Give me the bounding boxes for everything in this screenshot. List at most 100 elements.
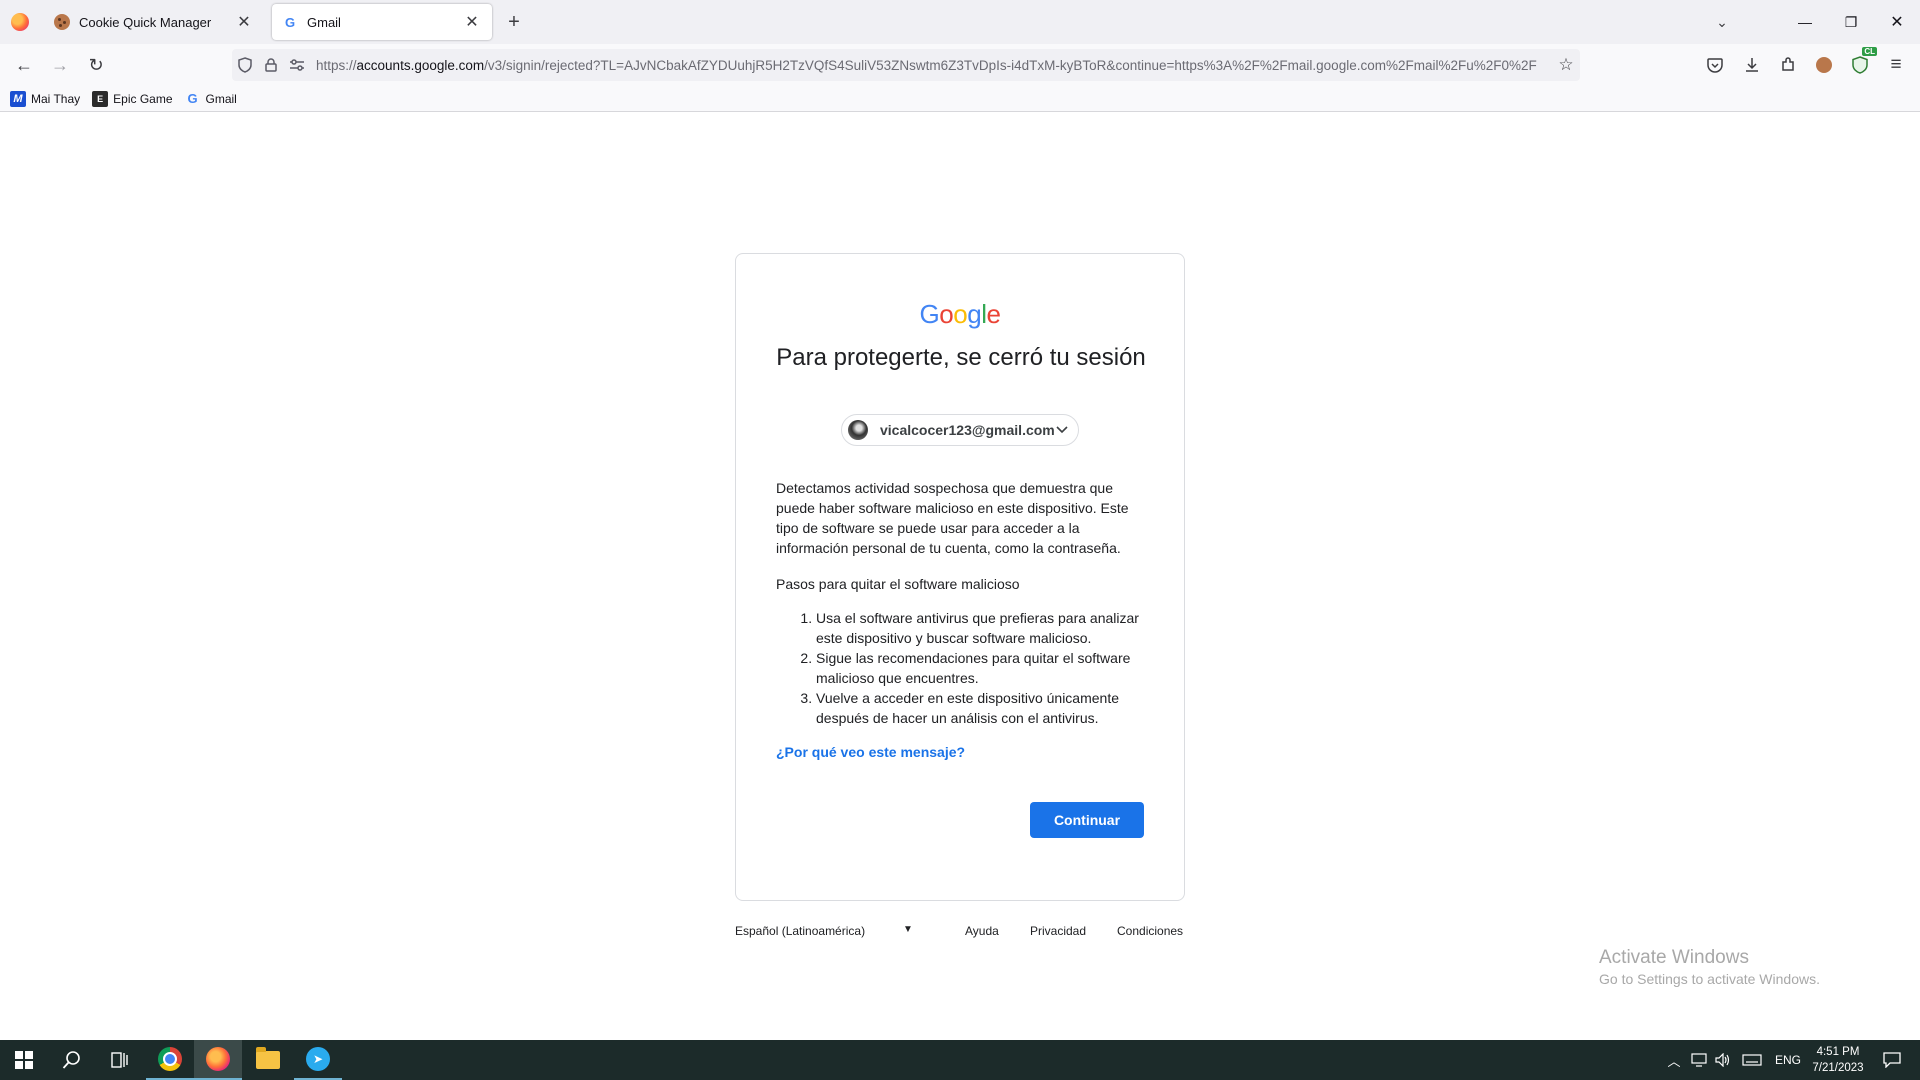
why-see-message-link[interactable]: ¿Por qué veo este mensaje? <box>776 744 965 760</box>
watermark-title: Activate Windows <box>1599 947 1749 968</box>
tab-label: Cookie Quick Manager <box>79 14 212 30</box>
reload-button[interactable]: ↻ <box>82 51 110 79</box>
telegram-icon: ➤ <box>306 1047 330 1071</box>
firefox-icon <box>11 13 29 31</box>
taskbar-telegram[interactable]: ➤ <box>294 1040 342 1080</box>
list-all-tabs-button[interactable]: ⌄ <box>1710 10 1734 34</box>
logo-letter: G <box>919 299 940 329</box>
tab-cookie-quick-manager[interactable]: Cookie Quick Manager ✕ <box>44 4 264 40</box>
cookie-icon <box>1816 57 1832 73</box>
network-icon[interactable] <box>1688 1040 1710 1080</box>
logo-letter: o <box>939 299 954 329</box>
chevron-down-icon <box>1056 423 1068 437</box>
folder-icon <box>256 1047 280 1069</box>
input-language[interactable]: ENG <box>1770 1040 1806 1080</box>
url-path: /v3/signin/rejected?TL=AJvNCbakAfZYDUuhj… <box>484 57 1537 73</box>
bookmark-label: Epic Game <box>113 91 173 106</box>
bookmarks-toolbar: M Mai Thay E Epic Game G Gmail <box>0 86 1920 112</box>
search-icon <box>62 1051 80 1069</box>
url-prefix: https:// <box>316 57 357 73</box>
google-logo: Google <box>736 299 1184 330</box>
google-icon: G <box>284 14 296 30</box>
start-button[interactable] <box>0 1040 48 1080</box>
close-tab-icon[interactable]: ✕ <box>462 12 482 32</box>
bookmark-label: Gmail <box>205 91 237 106</box>
keyboard-icon[interactable] <box>1738 1040 1766 1080</box>
shield-icon[interactable] <box>232 49 258 81</box>
minimize-button[interactable]: — <box>1782 0 1828 44</box>
watermark-subtitle: Go to Settings to activate Windows. <box>1599 971 1820 987</box>
chevron-up-icon[interactable]: ︿ <box>1664 1040 1684 1080</box>
search-button[interactable] <box>48 1040 96 1080</box>
avatar <box>848 420 868 440</box>
task-view-icon <box>111 1052 128 1068</box>
account-email: vicalcocer123@gmail.com <box>880 422 1055 438</box>
logo-letter: e <box>986 299 1001 329</box>
restore-button[interactable]: ❐ <box>1828 0 1874 44</box>
logo-letter: g <box>967 299 982 329</box>
bookmark-epic-game[interactable]: E Epic Game <box>92 90 173 107</box>
back-button[interactable]: ← <box>10 51 38 79</box>
language-select[interactable]: Español (Latinoamérica) <box>735 924 865 938</box>
list-item: Sigue las recomendaciones para quitar el… <box>816 648 1146 688</box>
bookmark-star-icon[interactable]: ☆ <box>1552 55 1580 75</box>
clock[interactable]: 4:51 PM 7/21/2023 <box>1806 1040 1870 1080</box>
address-bar[interactable]: https://accounts.google.com/v3/signin/re… <box>232 49 1580 81</box>
terms-link[interactable]: Condiciones <box>1117 924 1183 938</box>
continue-button[interactable]: Continuar <box>1030 802 1144 838</box>
extensions-icon[interactable] <box>1774 51 1802 79</box>
steps-list: Usa el software antivirus que prefieras … <box>776 608 1146 728</box>
notification-icon[interactable] <box>1872 1040 1912 1080</box>
download-icon[interactable] <box>1738 51 1766 79</box>
clock-date: 7/21/2023 <box>1812 1062 1864 1074</box>
url-text[interactable]: https://accounts.google.com/v3/signin/re… <box>316 58 1552 73</box>
pocket-icon[interactable] <box>1701 51 1729 79</box>
chrome-icon <box>158 1047 182 1071</box>
dropdown-arrow-icon[interactable]: ▼ <box>903 924 913 935</box>
tab-gmail[interactable]: G Gmail ✕ <box>272 4 492 40</box>
account-chooser[interactable]: vicalcocer123@gmail.com <box>841 414 1079 446</box>
windows-icon <box>15 1051 33 1069</box>
bookmark-label: Mai Thay <box>31 91 81 106</box>
epic-games-icon: E <box>92 90 109 107</box>
ublock-badge: CL <box>1862 47 1877 56</box>
activate-windows-watermark: Activate Windows Go to Settings to activ… <box>1599 946 1820 988</box>
clock-time: 4:51 PM <box>1816 1046 1860 1058</box>
warning-message: Detectamos actividad sospechosa que demu… <box>776 480 1129 556</box>
logo-letter: o <box>953 299 968 329</box>
firefox-icon <box>206 1047 230 1071</box>
list-item: Usa el software antivirus que prefieras … <box>816 608 1146 648</box>
privacy-link[interactable]: Privacidad <box>1030 924 1086 938</box>
lock-icon[interactable] <box>258 49 284 81</box>
cookie-icon <box>54 14 70 30</box>
list-item: Vuelve a acceder en este dispositivo úni… <box>816 688 1146 728</box>
close-tab-icon[interactable]: ✕ <box>234 12 254 32</box>
ublock-shield-icon: CL <box>1851 47 1877 74</box>
tab-bar: Cookie Quick Manager ✕ G Gmail ✕ + ⌄ — ❐… <box>0 0 1920 44</box>
ublock-icon[interactable]: CL <box>1846 47 1877 79</box>
help-link[interactable]: Ayuda <box>965 924 999 938</box>
page-title: Para protegerte, se cerró tu sesión <box>776 344 1146 371</box>
bookmark-mai-thay[interactable]: M Mai Thay <box>10 90 81 107</box>
taskbar-chrome[interactable] <box>146 1040 194 1080</box>
new-tab-button[interactable]: + <box>502 10 526 34</box>
bookmark-gmail[interactable]: G Gmail <box>185 91 237 107</box>
task-view-button[interactable] <box>96 1040 144 1080</box>
taskbar-file-explorer[interactable] <box>244 1040 292 1080</box>
close-window-button[interactable]: ✕ <box>1874 0 1920 44</box>
signin-card: Google Para protegerte, se cerró tu sesi… <box>735 253 1185 901</box>
app-menu-icon[interactable]: ≡ <box>1882 51 1910 79</box>
volume-icon[interactable] <box>1712 1040 1734 1080</box>
bookmark-favicon-icon: M <box>10 90 26 107</box>
taskbar-firefox[interactable] <box>194 1040 242 1080</box>
permissions-icon[interactable] <box>284 49 310 81</box>
message-body: Detectamos actividad sospechosa que demu… <box>776 478 1146 728</box>
page-footer: Español (Latinoamérica) ▼ Ayuda Privacid… <box>735 922 1185 942</box>
cookie-manager-icon[interactable] <box>1810 51 1838 79</box>
language-label: Español (Latinoamérica) <box>735 924 866 938</box>
forward-button[interactable]: → <box>46 51 74 79</box>
steps-heading: Pasos para quitar el software malicioso <box>776 576 1020 592</box>
firefox-view-button[interactable] <box>0 0 40 44</box>
url-host: accounts.google.com <box>356 57 485 73</box>
tab-label: Gmail <box>307 14 341 30</box>
